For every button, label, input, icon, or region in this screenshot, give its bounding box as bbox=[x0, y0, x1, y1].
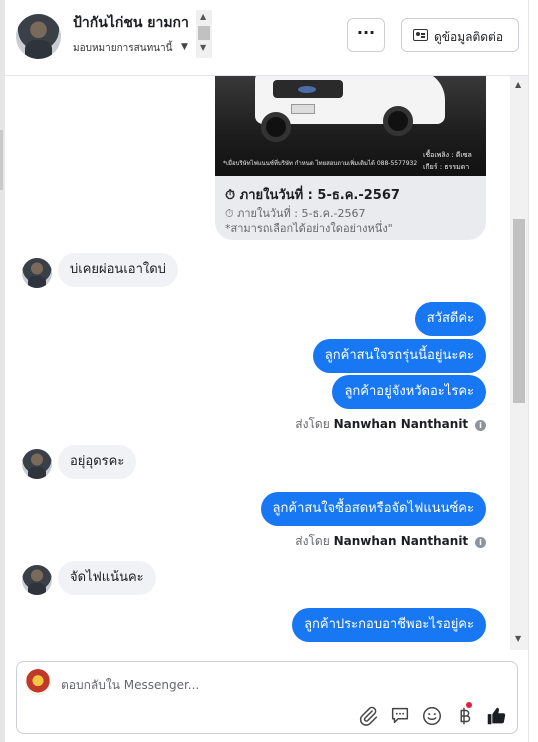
scroll-down-arrow-icon[interactable]: ▼ bbox=[200, 43, 206, 52]
product-image[interactable]: *เมื่อบริษัทไฟแนนซ์ที่บริษัท กำหนด ไทยสอ… bbox=[215, 76, 486, 176]
right-edge bbox=[528, 76, 538, 742]
sent-by-prefix: ส่งโดย bbox=[295, 534, 330, 548]
sent-by-name: Nanwhan Nanthanit bbox=[333, 534, 469, 548]
spec-fuel: เชื้อเพลิง : ดีเซล bbox=[423, 151, 472, 159]
truck-logo bbox=[298, 86, 316, 93]
outgoing-message[interactable]: สวัสดีค่ะ bbox=[414, 302, 486, 336]
outgoing-message[interactable]: ลูกค้าสนใจรถรุ่นนี้อยู่นะคะ bbox=[312, 339, 486, 373]
contact-card-icon bbox=[413, 29, 428, 41]
sent-by-label: ส่งโดย Nanwhan Nanthanit i bbox=[295, 415, 486, 434]
scroll-up-arrow-icon[interactable]: ▲ bbox=[515, 80, 521, 89]
view-contact-button[interactable]: ดูข้อมูลติดต่อ bbox=[401, 18, 519, 52]
header-name-scrollbar[interactable]: ▲ ▼ bbox=[196, 10, 212, 58]
caret-down-icon[interactable]: ▼ bbox=[181, 42, 188, 52]
conversation-scrollbar[interactable]: ▲ ▼ bbox=[510, 76, 528, 650]
sent-by-name: Nanwhan Nanthanit bbox=[333, 417, 469, 431]
left-edge-marker bbox=[0, 130, 3, 190]
reply-composer[interactable]: ตอบกลับใน Messenger... bbox=[16, 661, 518, 734]
sender-avatar[interactable] bbox=[22, 449, 52, 479]
paperclip-icon[interactable] bbox=[357, 705, 379, 727]
sent-by-label: ส่งโดย Nanwhan Nanthanit i bbox=[295, 532, 486, 551]
baht-icon[interactable] bbox=[453, 702, 475, 727]
product-card[interactable]: *เมื่อบริษัทไฟแนนซ์ที่บริษัท กำหนด ไทยสอ… bbox=[215, 76, 486, 240]
scroll-up-arrow-icon[interactable]: ▲ bbox=[200, 12, 206, 21]
incoming-message[interactable]: อยุ่อุดรคะ bbox=[58, 445, 137, 479]
contact-avatar[interactable] bbox=[16, 14, 61, 59]
messenger-conversation-window: ป้ากันไก่ชน ยามกา มอบหมายการสนทนานี้ ▼ ▲… bbox=[0, 0, 538, 742]
outgoing-message[interactable]: ลูกค้าอยู่จังหวัดอะไรคะ bbox=[332, 375, 486, 409]
info-icon[interactable]: i bbox=[475, 537, 486, 548]
assign-conversation-dropdown[interactable]: มอบหมายการสนทนานี้ bbox=[73, 41, 172, 56]
smiley-icon[interactable] bbox=[421, 705, 443, 727]
outgoing-message[interactable]: ลูกค้าประกอบอาชีพอะไรอยู่คะ bbox=[292, 608, 486, 642]
view-contact-label: ดูข้อมูลติดต่อ bbox=[434, 30, 504, 44]
conversation-header: ป้ากันไก่ชน ยามกา มอบหมายการสนทนานี้ ▼ ▲… bbox=[5, 0, 528, 76]
sender-avatar[interactable] bbox=[22, 565, 52, 595]
spec-gear: เกียร์ : ธรรมดา bbox=[423, 163, 470, 171]
info-icon[interactable]: i bbox=[475, 420, 486, 431]
incoming-message[interactable]: บ่เคยผ่อนเอาใดบ่ bbox=[58, 253, 178, 287]
sent-by-prefix: ส่งโดย bbox=[295, 417, 330, 431]
scroll-down-arrow-icon[interactable]: ▼ bbox=[515, 634, 521, 643]
message-list[interactable]: *เมื่อบริษัทไฟแนนซ์ที่บริษัท กำหนด ไทยสอ… bbox=[5, 76, 510, 650]
contact-name[interactable]: ป้ากันไก่ชน ยามกา bbox=[73, 12, 195, 34]
reply-input[interactable]: ตอบกลับใน Messenger... bbox=[61, 676, 199, 695]
truck-wheel bbox=[261, 112, 291, 142]
scroll-thumb[interactable] bbox=[513, 219, 525, 403]
card-title: ⏱ ภายในวันที่ : 5-ธ.ค.-2567 bbox=[225, 188, 400, 203]
page-avatar bbox=[25, 669, 51, 695]
truck-wheel bbox=[383, 106, 413, 136]
scroll-thumb[interactable] bbox=[198, 26, 210, 40]
more-options-button[interactable]: ··· bbox=[347, 18, 385, 52]
thumbs-up-icon[interactable] bbox=[485, 705, 507, 727]
speech-bubble-icon[interactable] bbox=[389, 705, 411, 727]
image-caption: *เมื่อบริษัทไฟแนนซ์ที่บริษัท กำหนด ไทยสอ… bbox=[223, 160, 418, 167]
card-note: *สามารถเลือกได้อย่างใดอย่างหนึ่ง" bbox=[225, 222, 393, 235]
notification-dot bbox=[466, 702, 472, 708]
incoming-message[interactable]: จัดไฟแน้นคะ bbox=[58, 561, 156, 595]
truck-plate bbox=[291, 104, 315, 114]
header-right-edge bbox=[528, 0, 538, 76]
outgoing-message[interactable]: ลูกค้าสนใจซื้อสดหรือจัดไฟแนนซ์คะ bbox=[260, 492, 486, 526]
sender-avatar[interactable] bbox=[22, 258, 52, 288]
